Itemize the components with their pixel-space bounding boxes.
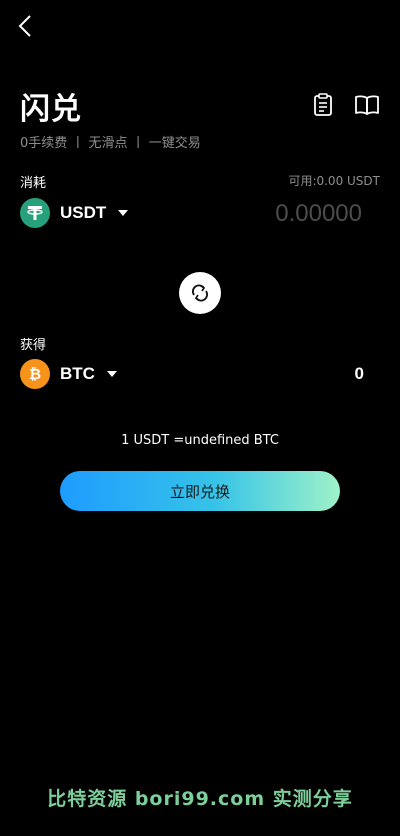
back-button[interactable] bbox=[14, 12, 36, 40]
pay-label: 消耗 bbox=[20, 176, 47, 191]
pay-coin-selector[interactable]: USDT bbox=[20, 198, 129, 228]
usdt-coin-icon bbox=[20, 198, 50, 228]
receive-label: 获得 bbox=[20, 338, 47, 353]
receive-amount: 0 bbox=[354, 364, 364, 383]
swap-arrows-icon bbox=[192, 284, 208, 302]
swap-direction-button[interactable] bbox=[179, 272, 221, 314]
exchange-rate: 1 USDT =undefined BTC bbox=[121, 433, 279, 448]
pay-amount-input[interactable] bbox=[220, 196, 364, 232]
receive-coin-name: BTC bbox=[60, 364, 95, 383]
flash-swap-page: 闪兑 0手续费 丨 无滑点 丨 一键交易 消耗 可用:0.00 USDT USD… bbox=[0, 0, 400, 836]
header-actions bbox=[310, 92, 380, 118]
caret-down-icon bbox=[106, 371, 117, 377]
page-title: 闪兑 bbox=[20, 92, 82, 127]
back-arrow-icon bbox=[18, 15, 31, 37]
svg-text:₿: ₿ bbox=[29, 366, 41, 383]
receive-coin-selector[interactable]: ₿ BTC bbox=[20, 359, 117, 389]
pay-coin-name: USDT bbox=[60, 203, 107, 222]
watermark-text: 比特资源 bori99.com 实测分享 bbox=[47, 788, 353, 810]
swap-now-button[interactable]: 立即兑换 bbox=[60, 471, 340, 511]
caret-down-icon bbox=[118, 210, 129, 216]
subtitle: 0手续费 丨 无滑点 丨 一键交易 bbox=[20, 136, 201, 151]
guide-book-icon[interactable] bbox=[354, 92, 380, 118]
orders-clipboard-icon[interactable] bbox=[310, 92, 336, 118]
available-balance: 可用:0.00 USDT bbox=[288, 174, 380, 188]
btc-coin-icon: ₿ bbox=[20, 359, 50, 389]
